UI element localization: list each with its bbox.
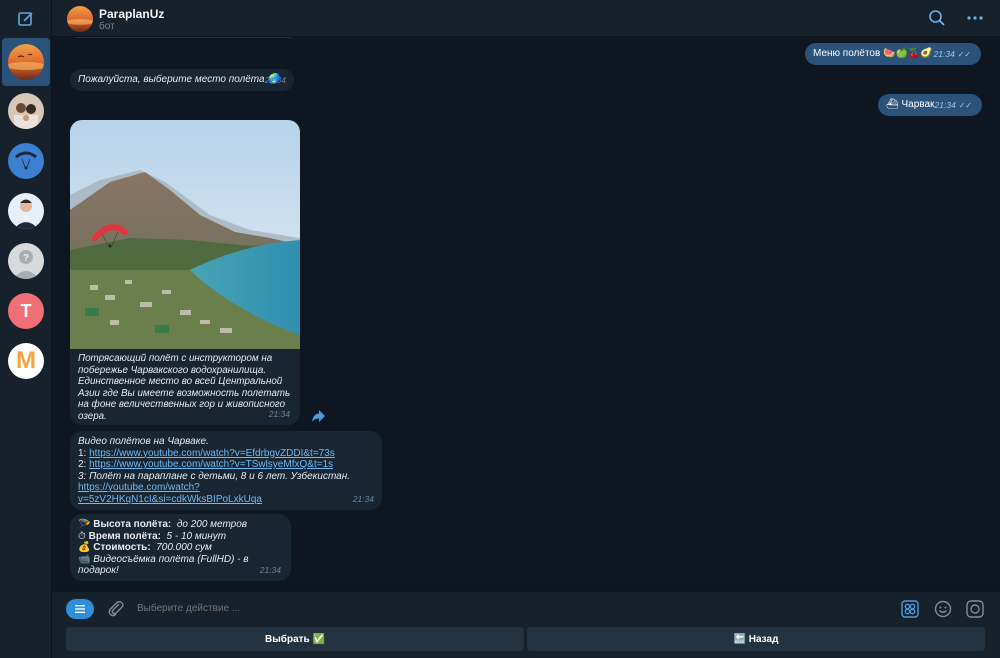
chat-avatar-paraglider[interactable]: [8, 143, 44, 179]
message-text: ⛴ Чарвак: [886, 99, 935, 110]
attach-icon[interactable]: [107, 600, 125, 618]
chat-title[interactable]: ParaplanUz: [99, 7, 164, 21]
message-text: Меню полётов 🍉🍏🍒🥑: [813, 48, 933, 59]
video-message-icon[interactable]: [966, 600, 984, 618]
chat-status: бот: [99, 21, 115, 32]
height-value: до 200 метров: [176, 519, 248, 530]
height-label: Высота полёта:: [93, 519, 172, 530]
read-checkmarks-icon: ✓✓: [957, 49, 971, 59]
message-time: 21:34: [934, 99, 956, 110]
duration-label: Время полёта:: [88, 530, 161, 542]
chat-header: ParaplanUz бот: [52, 0, 1000, 37]
incoming-message[interactable]: Пожалуйста, выберите место полёта 🌏 21:3…: [70, 69, 294, 91]
read-checkmarks-icon: ✓✓: [958, 100, 972, 110]
chat-avatar-family[interactable]: [8, 93, 44, 129]
bot-keyboard-icon[interactable]: [901, 600, 919, 618]
select-button[interactable]: Выбрать ✅: [66, 627, 524, 651]
chat-avatar-letter-m[interactable]: M: [8, 343, 44, 379]
chat-avatar-paraplanuz[interactable]: [8, 44, 44, 80]
price-value: 700.000 сум: [156, 542, 212, 553]
price-label: Стоимость:: [93, 542, 151, 553]
outgoing-message[interactable]: Меню полётов 🍉🍏🍒🥑 21:34 ✓✓: [805, 43, 981, 65]
money-bag-icon: 💰: [78, 542, 91, 553]
chat-avatar-unknown[interactable]: ?: [8, 243, 44, 279]
message-time: 21:34: [264, 74, 286, 85]
header-avatar[interactable]: [67, 6, 93, 32]
bot-reply-keyboard: Выбрать ✅ 🔙 Назад: [52, 626, 1000, 658]
altitude-icon: 🪂: [78, 519, 91, 530]
link-number: 1:: [78, 447, 90, 459]
videos-title: Видео полётов на Чарваке.: [78, 436, 209, 447]
message-input[interactable]: [137, 603, 837, 614]
stopwatch-icon: ⏱: [78, 530, 86, 542]
emoji-icon[interactable]: [934, 600, 952, 618]
message-time: 21:34: [268, 408, 290, 419]
video-camera-icon: 📹: [78, 553, 91, 565]
composer-bar: [52, 591, 1000, 626]
chat-avatar-letter-t[interactable]: T: [8, 293, 44, 329]
videos-message[interactable]: Видео полётов на Чарваке. 1: https://www…: [70, 431, 382, 510]
message-time: 21:34: [933, 48, 955, 59]
telegram-window: ? T M ParaplanUz бот Меню полётов 🍉🍏🍒🥑 2…: [0, 0, 1000, 658]
previous-message-fragment: [72, 37, 294, 38]
chat-list-rail: ? T M: [0, 0, 52, 658]
chat-avatar-person[interactable]: [8, 193, 44, 229]
search-icon[interactable]: [928, 9, 946, 27]
message-time: 21:34: [259, 564, 281, 575]
duration-value: 5 - 10 минут: [166, 530, 227, 542]
charvak-photo[interactable]: [70, 120, 300, 349]
video-link-1[interactable]: https://www.youtube.com/watch?v=EfdrbgvZ…: [89, 448, 335, 459]
message-text: Пожалуйста, выберите место полёта 🌏: [78, 74, 280, 85]
photo-message[interactable]: Потрясающий полёт с инструктором на побе…: [70, 120, 300, 425]
back-button[interactable]: 🔙 Назад: [527, 627, 985, 651]
menu-icon: [75, 605, 85, 613]
forward-icon[interactable]: [311, 409, 326, 423]
message-area: Меню полётов 🍉🍏🍒🥑 21:34 ✓✓ Пожалуйста, в…: [52, 37, 1000, 591]
video-gift-text: Видеосъёмка полёта (FullHD) - в подарок!: [78, 553, 249, 577]
video-link-2[interactable]: https://www.youtube.com/watch?v=TSwlsyeM…: [89, 459, 333, 470]
bot-menu-button[interactable]: [66, 599, 94, 619]
more-options-icon[interactable]: [966, 9, 984, 27]
video-link-3[interactable]: https://youtube.com/watch?v=5zV2HKqN1cI&…: [78, 482, 262, 505]
link-number: 2:: [78, 459, 90, 470]
flight-info-message[interactable]: 🪂 Высота полёта: до 200 метров ⏱ Время п…: [70, 514, 291, 581]
outgoing-message[interactable]: ⛴ Чарвак 21:34 ✓✓: [878, 94, 982, 116]
video-3-description: 3: Полёт на параплане с детьми, 8 и 6 ле…: [78, 470, 351, 482]
photo-caption: Потрясающий полёт с инструктором на побе…: [78, 353, 291, 422]
svg-text:?: ?: [23, 253, 29, 264]
compose-icon[interactable]: [16, 9, 36, 29]
message-time: 21:34: [352, 493, 374, 504]
